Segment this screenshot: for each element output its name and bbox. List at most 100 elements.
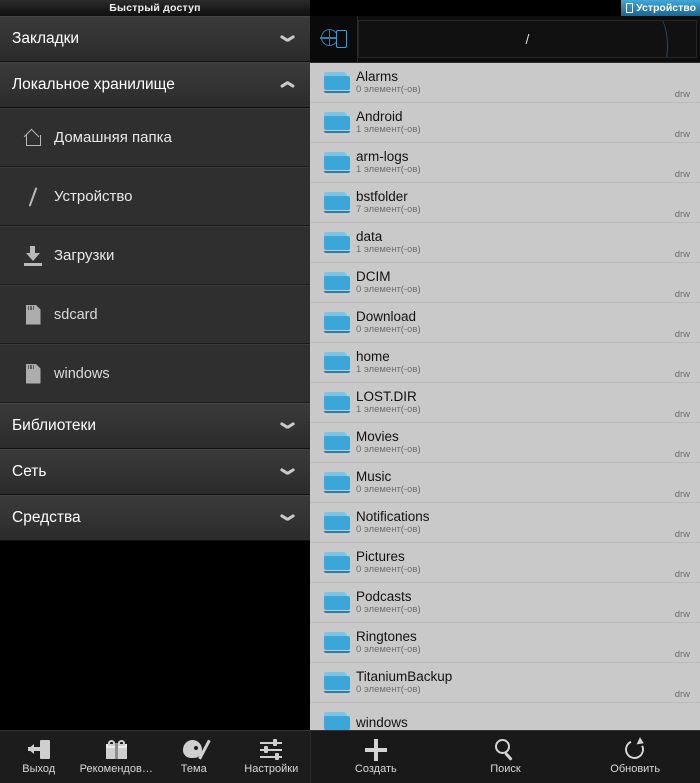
file-row[interactable]: home 1 элемент(-ов) drw	[310, 343, 700, 383]
file-row[interactable]: arm-logs 1 элемент(-ов) drw	[310, 143, 700, 183]
sidebar-item-downloads[interactable]: Загрузки	[0, 226, 310, 285]
file-row-meta: TitaniumBackup 0 элемент(-ов)	[356, 669, 667, 696]
file-row[interactable]: LOST.DIR 1 элемент(-ов) drw	[310, 383, 700, 423]
file-item-count: 1 элемент(-ов)	[356, 404, 421, 415]
refresh-icon	[622, 736, 647, 762]
file-row[interactable]: TitaniumBackup 0 элемент(-ов) drw	[310, 663, 700, 703]
file-row[interactable]: Android 1 элемент(-ов) drw	[310, 103, 700, 143]
refresh-button-label: Обновить	[610, 763, 661, 775]
file-row-meta: Alarms 0 элемент(-ов)	[356, 69, 667, 96]
chevron-down-icon	[280, 467, 296, 477]
file-name: arm-logs	[356, 149, 409, 164]
sidebar-item-windows[interactable]: windows	[0, 344, 310, 403]
chevron-down-icon	[280, 421, 296, 431]
device-icon	[626, 3, 634, 13]
file-row[interactable]: Download 0 элемент(-ов) drw	[310, 303, 700, 343]
file-item-count: 0 элемент(-ов)	[356, 564, 421, 575]
sidebar-section-bookmarks[interactable]: Закладки	[0, 16, 310, 62]
chevron-down-icon	[280, 513, 296, 523]
path-input[interactable]: /	[358, 20, 697, 58]
sidebar-item-label: Домашняя папка	[54, 129, 172, 146]
file-row[interactable]: Ringtones 0 элемент(-ов) drw	[310, 623, 700, 663]
chevron-up-icon	[280, 80, 296, 90]
path-decoration	[641, 21, 668, 57]
search-button-label: Поиск	[490, 763, 521, 775]
sidebar-scroll: Закладки Локальное хранилище Домашняя па…	[0, 16, 310, 541]
download-icon	[12, 245, 54, 266]
folder-icon	[318, 432, 356, 453]
palette-icon	[183, 739, 211, 760]
file-name: Movies	[356, 429, 399, 444]
file-item-count: 0 элемент(-ов)	[356, 84, 421, 95]
file-name: Android	[356, 109, 403, 124]
file-row-meta: windows	[356, 715, 682, 730]
file-row-meta: Podcasts 0 элемент(-ов)	[356, 589, 667, 616]
sidebar-item-sdcard[interactable]: sdcard	[0, 285, 310, 344]
sidebar-toolbar: Выход Рекомендов… Тема Настройки	[0, 730, 310, 783]
file-row[interactable]: Pictures 0 элемент(-ов) drw	[310, 543, 700, 583]
settings-button[interactable]: Настройки	[233, 731, 311, 783]
file-row[interactable]: DCIM 0 элемент(-ов) drw	[310, 263, 700, 303]
file-row-meta: DCIM 0 элемент(-ов)	[356, 269, 667, 296]
quick-access-title: Быстрый доступ	[109, 2, 201, 14]
file-name: Alarms	[356, 69, 399, 84]
sidebar-section-tools[interactable]: Средства	[0, 495, 310, 541]
file-permissions: drw	[674, 529, 690, 540]
file-row[interactable]: Notifications 0 элемент(-ов) drw	[310, 503, 700, 543]
path-text: /	[525, 31, 530, 47]
exit-button-label: Выход	[22, 763, 56, 775]
file-name: bstfolder	[356, 189, 408, 204]
file-browser-pane: / Alarms 0 элемент(-ов) drw Android 1 элемен…	[310, 16, 700, 730]
file-name: Pictures	[356, 549, 405, 564]
home-icon	[12, 129, 54, 146]
file-row[interactable]: windows	[310, 703, 700, 730]
file-name: Ringtones	[356, 629, 417, 644]
sliders-icon	[260, 739, 283, 760]
folder-icon	[318, 312, 356, 333]
sidebar-item-home-folder[interactable]: Домашняя папка	[0, 108, 310, 167]
search-button[interactable]: Поиск	[441, 731, 571, 783]
file-item-count: 0 элемент(-ов)	[356, 284, 421, 295]
file-row[interactable]: Music 0 элемент(-ов) drw	[310, 463, 700, 503]
file-item-count: 1 элемент(-ов)	[356, 124, 421, 135]
folder-icon	[318, 112, 356, 133]
exit-button[interactable]: Выход	[0, 731, 78, 783]
theme-button[interactable]: Тема	[155, 731, 233, 783]
sidebar-section-libraries[interactable]: Библиотеки	[0, 403, 310, 449]
sidebar-section-network[interactable]: Сеть	[0, 449, 310, 495]
file-name: windows	[356, 715, 408, 730]
refresh-button[interactable]: Обновить	[570, 731, 700, 783]
globe-device-button[interactable]	[310, 16, 358, 62]
recommend-button[interactable]: Рекомендов…	[78, 731, 156, 783]
tab-device[interactable]: Устройство	[621, 0, 700, 16]
file-row-meta: home 1 элемент(-ов)	[356, 349, 667, 376]
create-button[interactable]: Создать	[311, 731, 441, 783]
sidebar-section-local-storage[interactable]: Локальное хранилище	[0, 62, 310, 108]
file-row[interactable]: Alarms 0 элемент(-ов) drw	[310, 63, 700, 103]
file-row[interactable]: data 1 элемент(-ов) drw	[310, 223, 700, 263]
file-row[interactable]: Podcasts 0 элемент(-ов) drw	[310, 583, 700, 623]
sidebar-section-label: Средства	[12, 509, 81, 526]
sidebar-item-device[interactable]: Устройство	[0, 167, 310, 226]
file-name: Music	[356, 469, 392, 484]
theme-button-label: Тема	[180, 763, 207, 775]
file-row[interactable]: Movies 0 элемент(-ов) drw	[310, 423, 700, 463]
file-item-count: 0 элемент(-ов)	[356, 324, 421, 335]
file-name: Notifications	[356, 509, 430, 524]
file-toolbar: Создать Поиск Обновить	[310, 730, 700, 783]
file-list[interactable]: Alarms 0 элемент(-ов) drw Android 1 элемент(…	[310, 63, 700, 730]
file-permissions: drw	[674, 609, 690, 620]
file-permissions: drw	[674, 169, 690, 180]
plus-icon	[364, 738, 387, 761]
file-row-meta: Music 0 элемент(-ов)	[356, 469, 667, 496]
file-row-meta: Pictures 0 элемент(-ов)	[356, 549, 667, 576]
file-row-meta: bstfolder 7 элемент(-ов)	[356, 189, 667, 216]
file-row[interactable]: bstfolder 7 элемент(-ов) drw	[310, 183, 700, 223]
file-permissions: drw	[674, 569, 690, 580]
file-manager-window: Быстрый доступ Устройство Закладки Локал…	[0, 0, 700, 783]
file-permissions: drw	[674, 449, 690, 460]
file-name: TitaniumBackup	[356, 669, 453, 684]
file-permissions: drw	[674, 369, 690, 380]
file-item-count: 0 элемент(-ов)	[356, 644, 421, 655]
file-item-count: 1 элемент(-ов)	[356, 244, 421, 255]
